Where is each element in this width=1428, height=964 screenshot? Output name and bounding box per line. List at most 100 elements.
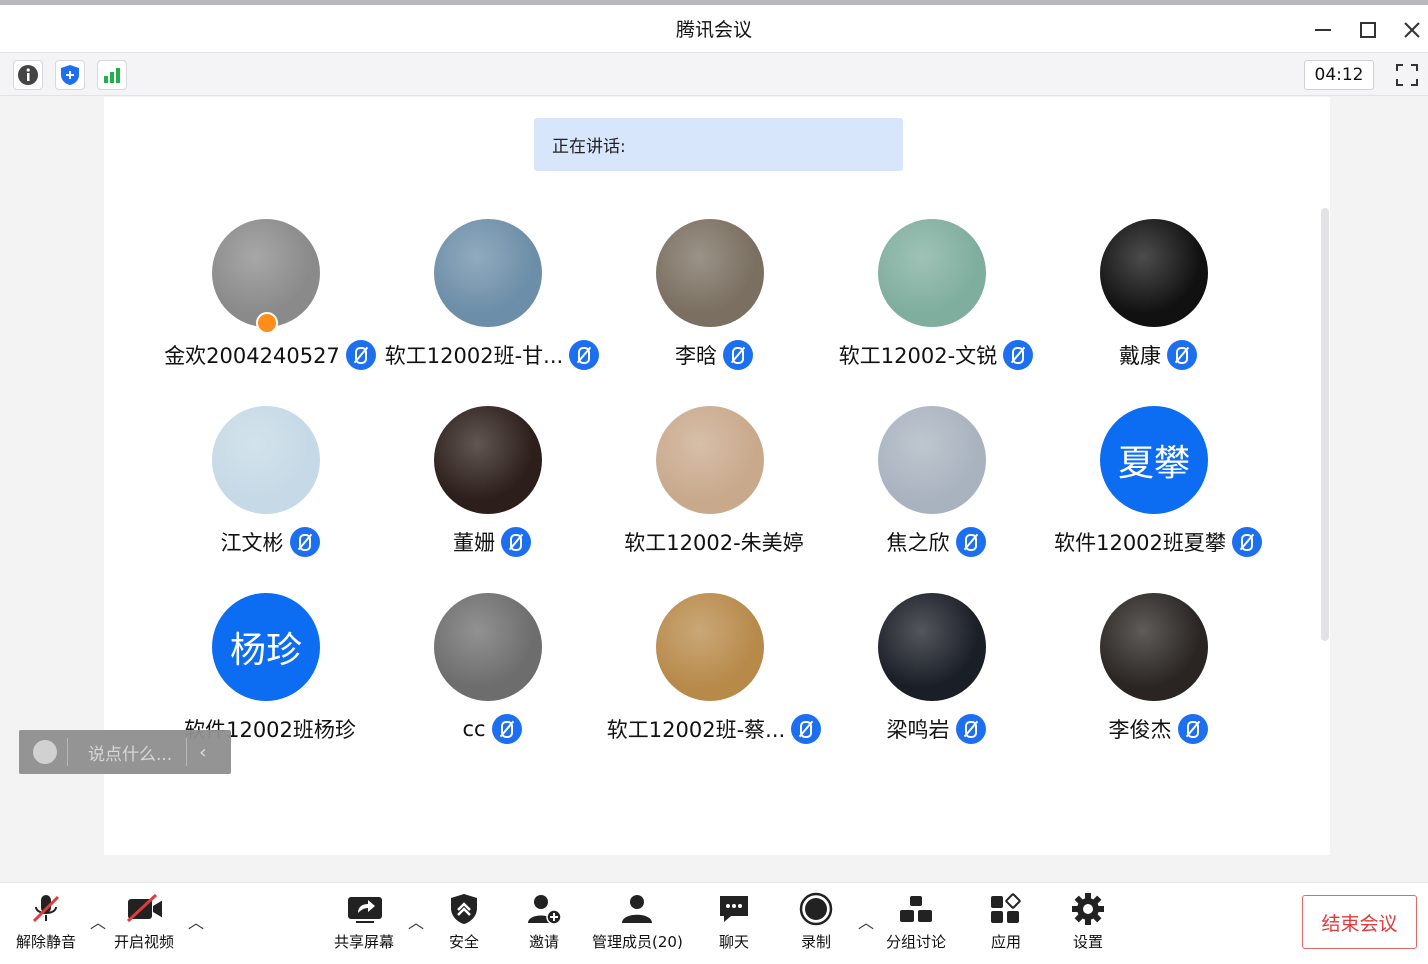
apps-button[interactable]: 应用	[988, 891, 1024, 952]
chevron-up-icon[interactable]: ︿	[188, 909, 204, 933]
mic-muted-icon	[1177, 714, 1208, 744]
add-user-icon	[526, 891, 562, 927]
meeting-toolbar: 04:12	[0, 52, 1428, 96]
participant-tile[interactable]: 夏攀软件12002班夏攀	[1047, 406, 1269, 576]
participant-tile[interactable]: 董姗	[381, 406, 603, 576]
avatar: 夏攀	[1100, 406, 1208, 514]
invite-button[interactable]: 邀请	[526, 891, 562, 952]
participant-name-row: 软工12002班-蔡...	[603, 713, 825, 745]
participant-name-row: 李晗	[603, 339, 825, 371]
breakout-icon	[898, 891, 934, 927]
minimize-icon[interactable]	[1308, 15, 1338, 45]
participant-name-row: 软工12002班-甘...	[381, 339, 603, 371]
mic-muted-icon	[1167, 340, 1197, 370]
participant-name-row: 董姗	[381, 526, 603, 558]
participant-tile[interactable]: 焦之欣	[825, 406, 1047, 576]
participant-name: 江文彬	[220, 531, 284, 555]
start-video-button[interactable]: 开启视频	[114, 891, 174, 952]
signal-icon[interactable]	[97, 60, 127, 90]
avatar	[212, 406, 320, 514]
host-badge-icon	[256, 312, 278, 334]
participant-name: 软工12002班-甘...	[384, 344, 564, 368]
avatar	[1100, 219, 1208, 327]
gear-icon	[1070, 891, 1106, 927]
quick-chat-input[interactable]: 说点什么... ‹	[19, 730, 231, 774]
mic-muted-icon	[1003, 340, 1034, 370]
participant-tile[interactable]: 戴康	[1047, 219, 1269, 389]
security-button[interactable]: 安全	[446, 891, 482, 952]
fullscreen-icon[interactable]	[1392, 60, 1422, 90]
participant-name: 李晗	[675, 344, 717, 368]
mic-muted-icon	[345, 340, 376, 370]
avatar	[434, 219, 542, 327]
avatar	[1100, 593, 1208, 701]
avatar	[878, 219, 986, 327]
chevron-up-icon[interactable]: ︿	[408, 909, 424, 933]
participant-name: 软工12002-文锐	[838, 344, 998, 368]
mic-muted-icon	[791, 714, 822, 744]
participant-tile[interactable]: 梁鸣岩	[825, 593, 1047, 763]
participant-name-row: 软件12002班夏攀	[1047, 526, 1269, 558]
participant-name: 焦之欣	[886, 531, 950, 555]
participant-name-row: 软工12002-文锐	[825, 339, 1047, 371]
close-icon[interactable]	[1397, 15, 1427, 45]
speaking-label: 正在讲话:	[552, 137, 626, 157]
emoji-icon[interactable]	[33, 740, 57, 764]
chevron-up-icon[interactable]: ︿	[90, 909, 106, 933]
end-meeting-button[interactable]: 结束会议	[1302, 895, 1417, 949]
mic-muted-icon	[955, 527, 986, 557]
participant-tile[interactable]: 金欢2004240527	[159, 219, 381, 389]
avatar	[212, 219, 320, 327]
mic-muted-icon	[723, 340, 753, 370]
unmute-button[interactable]: 解除静音	[16, 891, 76, 952]
avatar	[434, 406, 542, 514]
participant-name: 软件12002班夏攀	[1054, 531, 1226, 555]
participant-name-row: 李俊杰	[1047, 713, 1269, 745]
meeting-timer: 04:12	[1304, 60, 1374, 90]
participant-tile[interactable]: 软工12002班-甘...	[381, 219, 603, 389]
participant-name: 董姗	[453, 531, 495, 555]
window-title: 腾讯会议	[675, 19, 752, 41]
manage-members-button[interactable]: 管理成员(20)	[592, 891, 683, 952]
participant-tile[interactable]: 李晗	[603, 219, 825, 389]
chevron-up-icon[interactable]: ︿	[858, 909, 874, 933]
chevron-left-icon[interactable]: ‹	[199, 742, 206, 763]
share-screen-button[interactable]: 共享屏幕	[334, 891, 394, 952]
mic-muted-icon	[569, 340, 600, 370]
mic-muted-icon	[28, 891, 64, 927]
avatar	[656, 406, 764, 514]
avatar	[656, 219, 764, 327]
participant-tile[interactable]: cc	[381, 593, 603, 763]
mic-muted-icon	[1231, 527, 1262, 557]
participant-tile[interactable]: 软工12002班-蔡...	[603, 593, 825, 763]
participant-name-row: 焦之欣	[825, 526, 1047, 558]
participant-name-row: 梁鸣岩	[825, 713, 1047, 745]
share-screen-icon	[346, 891, 382, 927]
participant-name: cc	[462, 717, 486, 741]
speaking-indicator: 正在讲话:	[534, 118, 903, 171]
record-icon	[798, 891, 834, 927]
shield-icon[interactable]	[55, 60, 85, 90]
participant-name-row: 戴康	[1047, 339, 1269, 371]
avatar	[878, 406, 986, 514]
mic-muted-icon	[289, 527, 320, 557]
settings-button[interactable]: 设置	[1070, 891, 1106, 952]
participant-name-row: 金欢2004240527	[159, 339, 381, 371]
participant-name: 金欢2004240527	[164, 344, 340, 368]
breakout-button[interactable]: 分组讨论	[886, 891, 946, 952]
maximize-icon[interactable]	[1353, 15, 1383, 45]
record-button[interactable]: 录制	[798, 891, 834, 952]
participant-tile[interactable]: 江文彬	[159, 406, 381, 576]
participant-tile[interactable]: 李俊杰	[1047, 593, 1269, 763]
security-shield-icon	[446, 891, 482, 927]
participant-name: 梁鸣岩	[886, 718, 950, 742]
participant-name: 戴康	[1119, 344, 1161, 368]
participant-tile[interactable]: 软工12002-朱美婷	[603, 406, 825, 576]
avatar	[878, 593, 986, 701]
participant-tile[interactable]: 软工12002-文锐	[825, 219, 1047, 389]
title-bar: 腾讯会议	[0, 5, 1428, 52]
info-icon[interactable]	[13, 60, 43, 90]
chat-button[interactable]: 聊天	[716, 891, 752, 952]
participant-scrollbar[interactable]	[1321, 208, 1329, 641]
avatar	[434, 593, 542, 701]
